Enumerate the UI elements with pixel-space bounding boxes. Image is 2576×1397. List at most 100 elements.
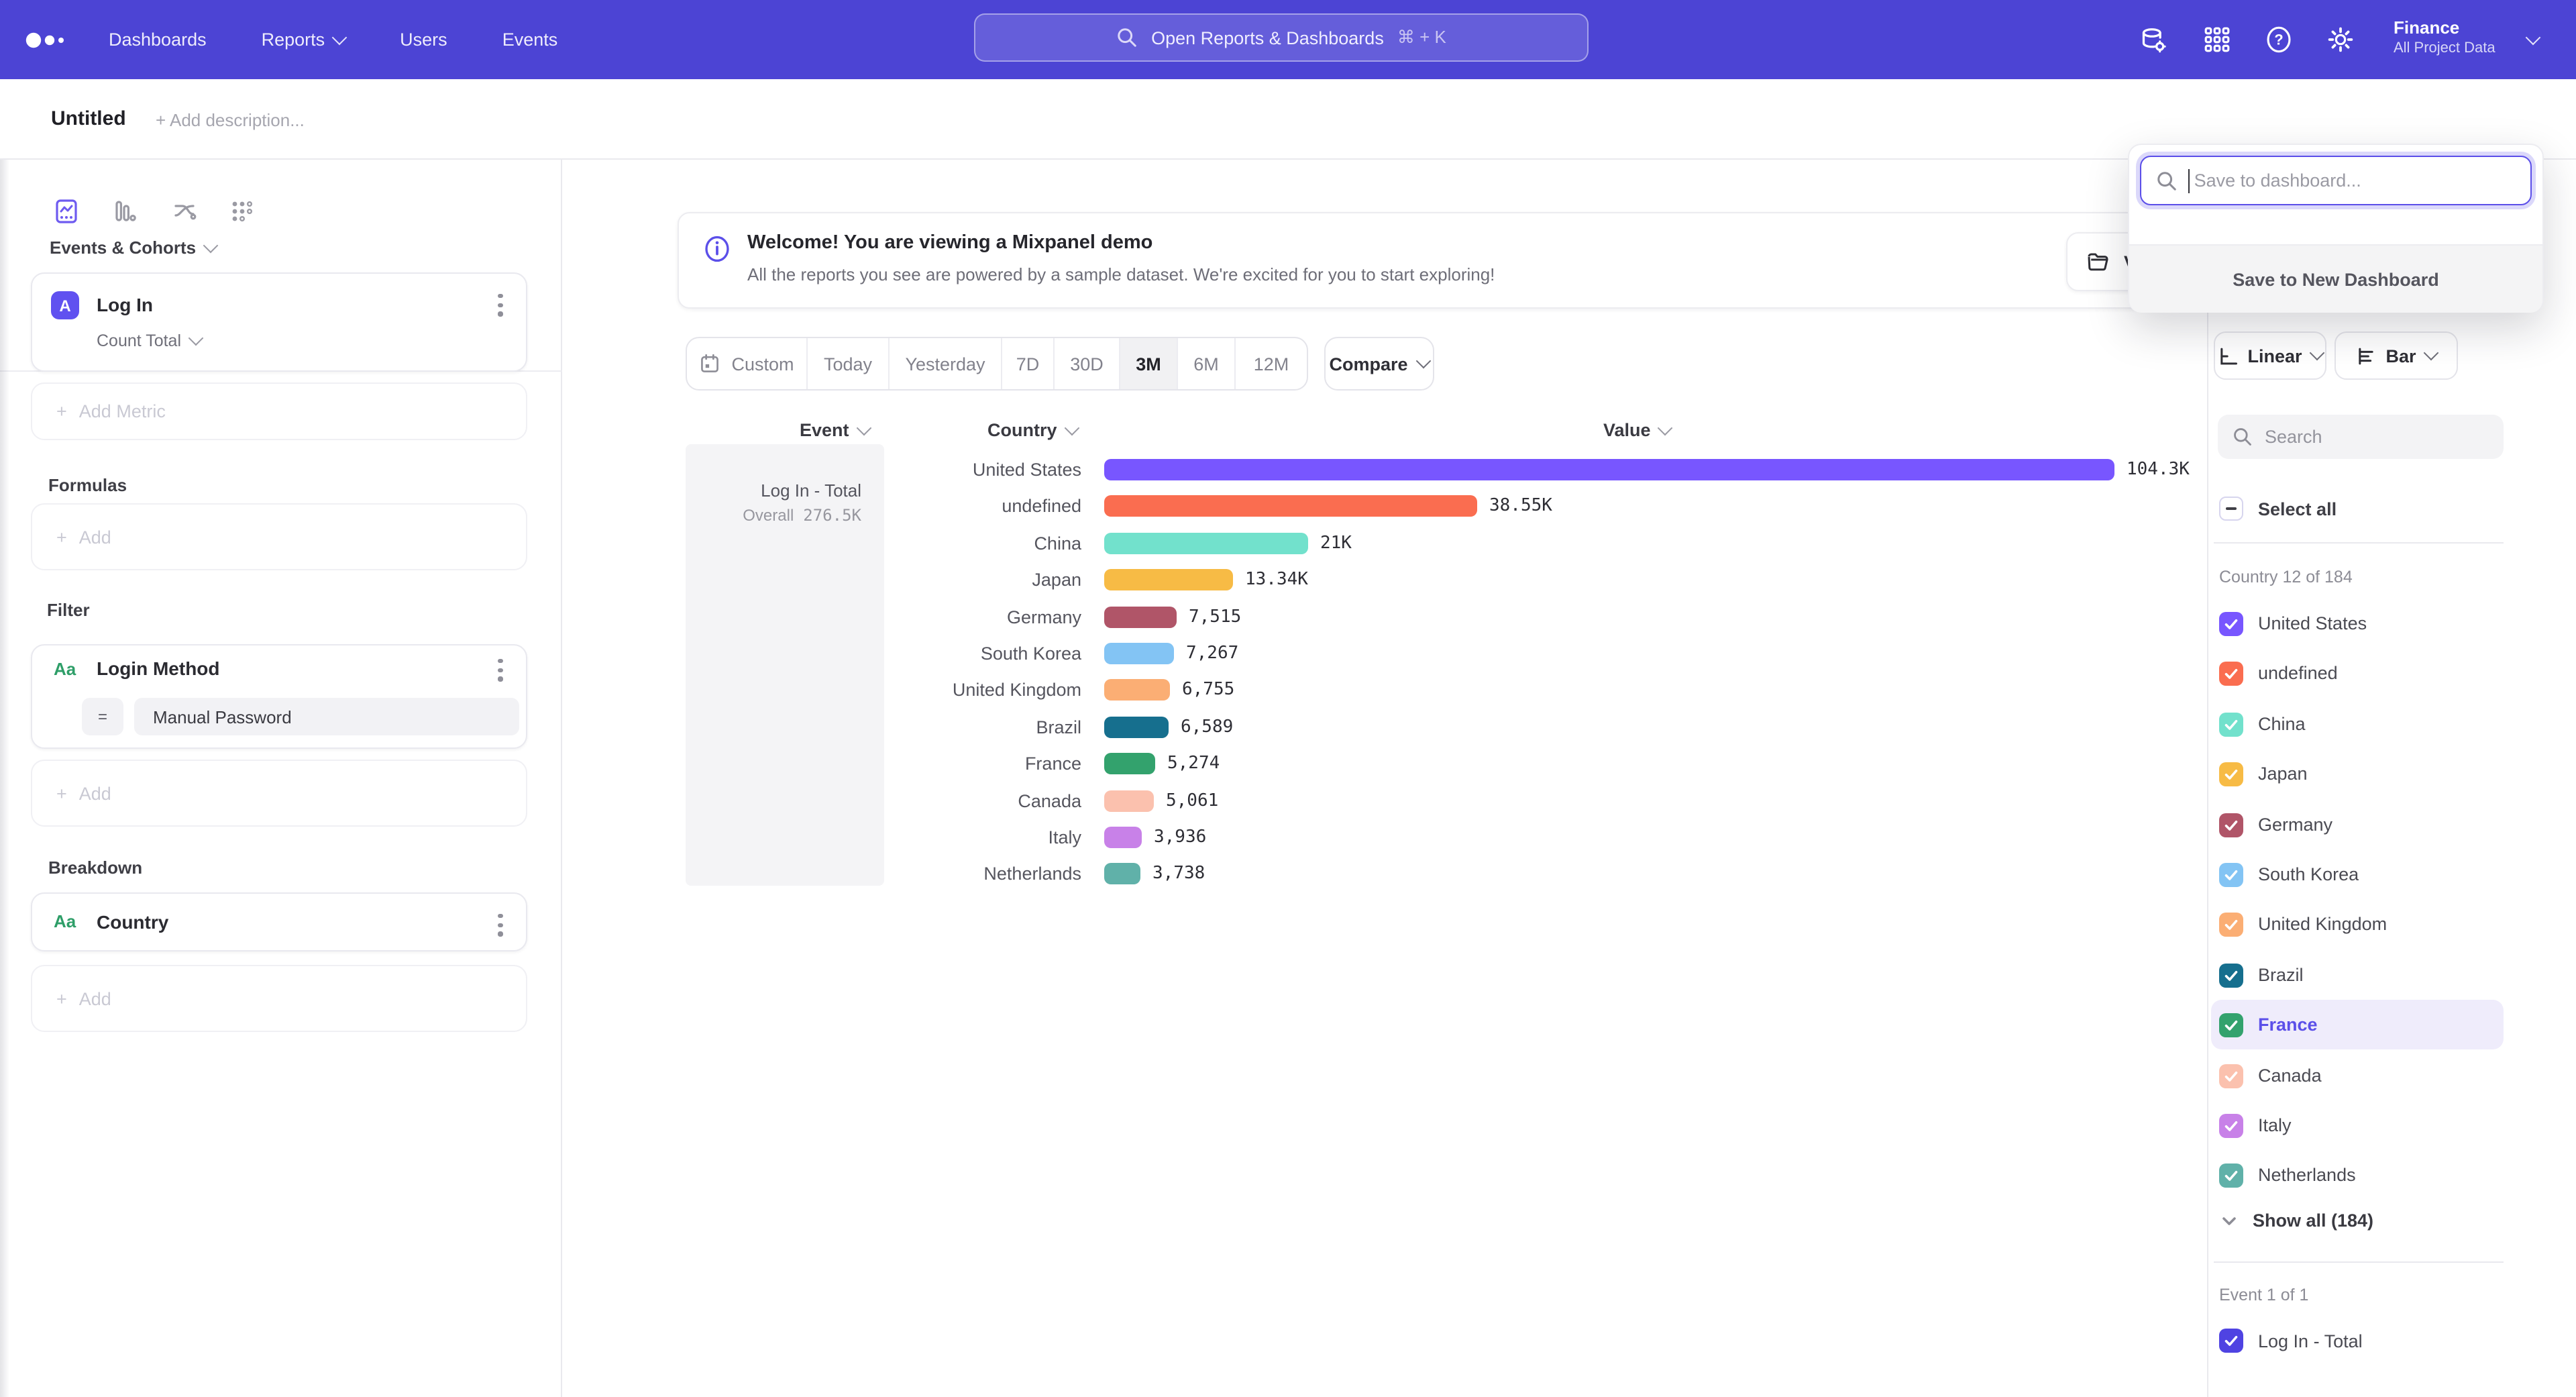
bar-netherlands[interactable] [1104, 863, 1140, 884]
folder-icon [2086, 250, 2110, 274]
show-all-button[interactable]: Show all (184) [2222, 1210, 2373, 1231]
filter-value[interactable]: Manual Password [134, 698, 519, 735]
checked-checkbox[interactable] [2219, 611, 2243, 635]
data-management-icon[interactable] [2139, 25, 2168, 55]
date-range-30d[interactable]: 30D [1055, 338, 1120, 389]
series-item-china[interactable]: China [2211, 699, 2504, 749]
series-item-germany[interactable]: Germany [2211, 800, 2504, 849]
date-range-today[interactable]: Today [808, 338, 890, 389]
select-all-checkbox[interactable] [2219, 497, 2243, 521]
column-header-event[interactable]: Event [800, 420, 869, 440]
scale-selector-button[interactable]: Linear [2214, 331, 2326, 380]
save-dashboard-search-input[interactable]: Save to dashboard... [2140, 156, 2532, 205]
checked-checkbox[interactable] [2219, 712, 2243, 736]
date-range-3m[interactable]: 3M [1120, 338, 1178, 389]
tab-funnels-icon[interactable] [113, 199, 138, 224]
series-item-france[interactable]: France [2211, 1000, 2504, 1049]
bar-china[interactable] [1104, 533, 1308, 554]
checked-checkbox[interactable] [2219, 1064, 2243, 1088]
series-item-label: Japan [2258, 764, 2308, 784]
series-item-united-kingdom[interactable]: United Kingdom [2211, 899, 2504, 949]
bar-category-label: Canada [859, 791, 1081, 811]
checked-checkbox[interactable] [2219, 1329, 2243, 1353]
compare-button[interactable]: Compare [1324, 337, 1434, 391]
mixpanel-logo-icon[interactable] [23, 28, 68, 52]
checked-checkbox[interactable] [2219, 1163, 2243, 1187]
save-to-new-dashboard-button[interactable]: Save to New Dashboard [2129, 244, 2542, 313]
checked-checkbox[interactable] [2219, 1013, 2243, 1037]
help-icon[interactable]: ? [2265, 25, 2293, 54]
checked-checkbox[interactable] [2219, 813, 2243, 837]
checked-checkbox[interactable] [2219, 1113, 2243, 1137]
checked-checkbox[interactable] [2219, 912, 2243, 936]
breakdown-property[interactable]: Country [97, 911, 168, 933]
panel-divider [2214, 542, 2504, 544]
breakdown-kebab-icon[interactable] [494, 914, 507, 936]
bar-united-kingdom[interactable] [1104, 679, 1170, 701]
add-formula-button[interactable]: +Add [31, 503, 527, 570]
show-all-label: Show all (184) [2253, 1210, 2373, 1231]
series-item-netherlands[interactable]: Netherlands [2211, 1150, 2504, 1200]
events-cohorts-header[interactable]: Events & Cohorts [50, 238, 216, 258]
column-header-country[interactable]: Country [987, 420, 1077, 440]
save-to-dashboard-popover: Save to dashboard... Save to New Dashboa… [2128, 144, 2544, 313]
nav-item-events[interactable]: Events [502, 0, 558, 79]
select-all-row[interactable]: Select all [2219, 497, 2337, 521]
bar-france[interactable] [1104, 753, 1155, 774]
date-range-12m[interactable]: 12M [1236, 338, 1307, 389]
filter-property[interactable]: Login Method [97, 658, 220, 679]
tab-retention-icon[interactable] [229, 199, 255, 224]
nav-item-dashboards[interactable]: Dashboards [109, 0, 207, 79]
bar-brazil[interactable] [1104, 717, 1169, 738]
bar-south-korea[interactable] [1104, 643, 1174, 664]
settings-gear-icon[interactable] [2326, 25, 2355, 54]
event-series-panel[interactable]: Log In - Total Overall 276.5K [686, 444, 884, 886]
add-description-button[interactable]: + Add description... [156, 110, 305, 130]
series-item-undefined[interactable]: undefined [2211, 648, 2504, 698]
report-title[interactable]: Untitled [51, 107, 126, 130]
checked-checkbox[interactable] [2219, 762, 2243, 786]
tab-flows-icon[interactable] [172, 199, 197, 224]
series-item-united-states[interactable]: United States [2211, 599, 2504, 648]
bar-united-states[interactable] [1104, 459, 2114, 480]
event-series-row[interactable]: Log In - Total [2219, 1329, 2363, 1353]
bar-undefined[interactable] [1104, 495, 1477, 517]
series-search-input[interactable]: Search [2218, 415, 2504, 459]
filter-kebab-icon[interactable] [494, 659, 507, 681]
column-header-value[interactable]: Value [1603, 420, 1671, 440]
tab-insights-icon[interactable] [54, 199, 79, 224]
bar-canada[interactable] [1104, 790, 1154, 812]
add-filter-button[interactable]: +Add [31, 760, 527, 827]
date-range-yesterday[interactable]: Yesterday [890, 338, 1002, 389]
series-item-canada[interactable]: Canada [2211, 1051, 2504, 1100]
metric-event-name[interactable]: Log In [97, 294, 153, 315]
metric-aggregation[interactable]: Count Total [97, 331, 201, 350]
bar-italy[interactable] [1104, 827, 1142, 848]
chart-type-button[interactable]: Bar [2334, 331, 2458, 380]
checked-checkbox[interactable] [2219, 661, 2243, 685]
series-item-south-korea[interactable]: South Korea [2211, 849, 2504, 899]
add-breakdown-button[interactable]: +Add [31, 965, 527, 1032]
series-item-label: Brazil [2258, 965, 2304, 985]
series-item-brazil[interactable]: Brazil [2211, 950, 2504, 1000]
checked-checkbox[interactable] [2219, 963, 2243, 987]
date-range-6m[interactable]: 6M [1178, 338, 1236, 389]
nav-item-users[interactable]: Users [400, 0, 447, 79]
series-item-italy[interactable]: Italy [2211, 1100, 2504, 1150]
metric-kebab-icon[interactable] [494, 294, 507, 316]
checked-checkbox[interactable] [2219, 862, 2243, 886]
date-range-custom[interactable]: Custom [687, 338, 808, 389]
filter-operator[interactable]: = [82, 698, 123, 735]
apps-grid-icon[interactable] [2203, 25, 2231, 54]
filter-card[interactable]: Aa Login Method = Manual Password [31, 644, 527, 749]
metric-card[interactable]: A Log In Count Total [31, 272, 527, 372]
breakdown-card[interactable]: Aa Country [31, 892, 527, 951]
date-range-label: 3M [1136, 354, 1161, 374]
bar-japan[interactable] [1104, 569, 1233, 590]
date-range-7d[interactable]: 7D [1002, 338, 1055, 389]
series-item-japan[interactable]: Japan [2211, 749, 2504, 798]
bar-germany[interactable] [1104, 607, 1177, 628]
global-search-input[interactable]: Open Reports & Dashboards ⌘ + K [974, 13, 1589, 62]
add-metric-button[interactable]: +Add Metric [31, 382, 527, 440]
nav-item-reports[interactable]: Reports [262, 0, 345, 79]
